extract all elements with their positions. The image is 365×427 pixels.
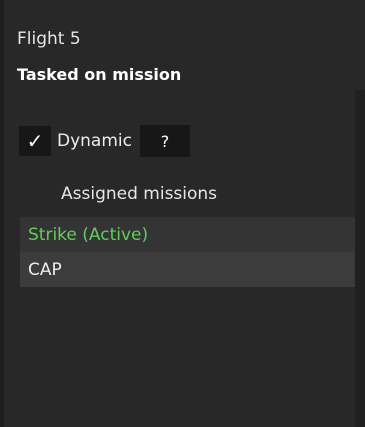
mission-item-strike[interactable]: Strike (Active) [20, 217, 355, 252]
scrollbar-track[interactable] [355, 90, 365, 427]
dynamic-label: Dynamic [57, 131, 132, 151]
mission-item-cap[interactable]: CAP [20, 252, 355, 287]
flight-panel: Flight 5 Tasked on mission ✓ Dynamic ? A… [0, 0, 365, 427]
assigned-missions-list: Strike (Active) CAP [20, 217, 355, 287]
dynamic-checkbox[interactable]: ✓ [19, 126, 51, 156]
dynamic-row: ✓ Dynamic ? [19, 125, 190, 157]
assigned-missions-header: Assigned missions [61, 184, 218, 204]
tasking-heading: Tasked on mission [17, 65, 182, 84]
checkmark-icon: ✓ [26, 129, 44, 153]
flight-title: Flight 5 [17, 29, 81, 49]
help-button[interactable]: ? [139, 125, 190, 157]
